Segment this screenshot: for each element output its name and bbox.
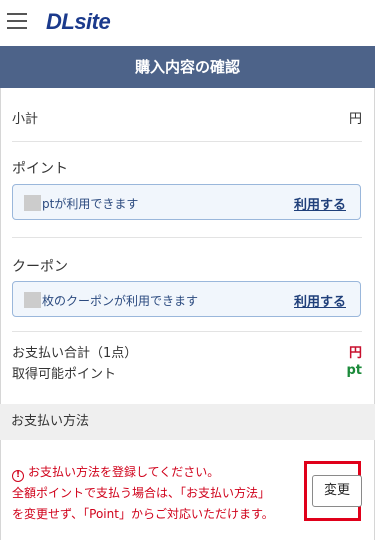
coupon-available-text: 枚のクーポンが利用できます (42, 294, 199, 308)
logo[interactable]: DLsite (46, 9, 111, 35)
change-payment-method-button[interactable]: 変更 (312, 475, 362, 507)
points-box: ptが利用できます 利用する (12, 184, 361, 220)
subtotal-row: 小計 円 (12, 108, 362, 127)
points-amount-placeholder (24, 195, 41, 211)
earnable-points-value: pt (346, 363, 362, 378)
warning-line-1: お支払い方法を登録してください。 (28, 465, 220, 479)
points-label: ポイント (12, 161, 68, 177)
warning-line-2: 全額ポイントで支払う場合は、「お支払い方法」 (12, 486, 271, 500)
use-coupon-link[interactable]: 利用する (294, 291, 346, 310)
payment-method-warning: ! お支払い方法を登録してください。 全額ポイントで支払う場合は、「お支払い方法」… (12, 462, 302, 525)
use-points-link[interactable]: 利用する (294, 194, 346, 213)
subtotal-label: 小計 (12, 112, 39, 127)
payment-method-header: お支払い方法 (0, 404, 375, 440)
payment-total-row: お支払い合計（1点） 円 (12, 342, 362, 361)
subtotal-value: 円 (348, 112, 362, 127)
coupon-count-placeholder (24, 292, 41, 308)
divider (12, 141, 362, 142)
page-title: 購入内容の確認 (0, 46, 375, 88)
earnable-points-label: 取得可能ポイント (12, 367, 117, 382)
divider (12, 237, 362, 238)
divider (12, 331, 362, 332)
payment-total-label: お支払い合計（1点） (12, 346, 138, 361)
warning-line-3: を変更せず、「Point」からご対応いただけます。 (12, 507, 274, 521)
top-bar: DLsite (0, 0, 375, 46)
earnable-points-row: 取得可能ポイント pt (12, 363, 362, 382)
exclamation-circle-icon: ! (12, 470, 24, 482)
points-available-text: ptが利用できます (42, 197, 139, 211)
coupon-box: 枚のクーポンが利用できます 利用する (12, 281, 361, 317)
coupon-label: クーポン (12, 259, 68, 275)
hamburger-menu-icon[interactable] (7, 13, 27, 29)
payment-total-value: 円 (348, 346, 362, 361)
